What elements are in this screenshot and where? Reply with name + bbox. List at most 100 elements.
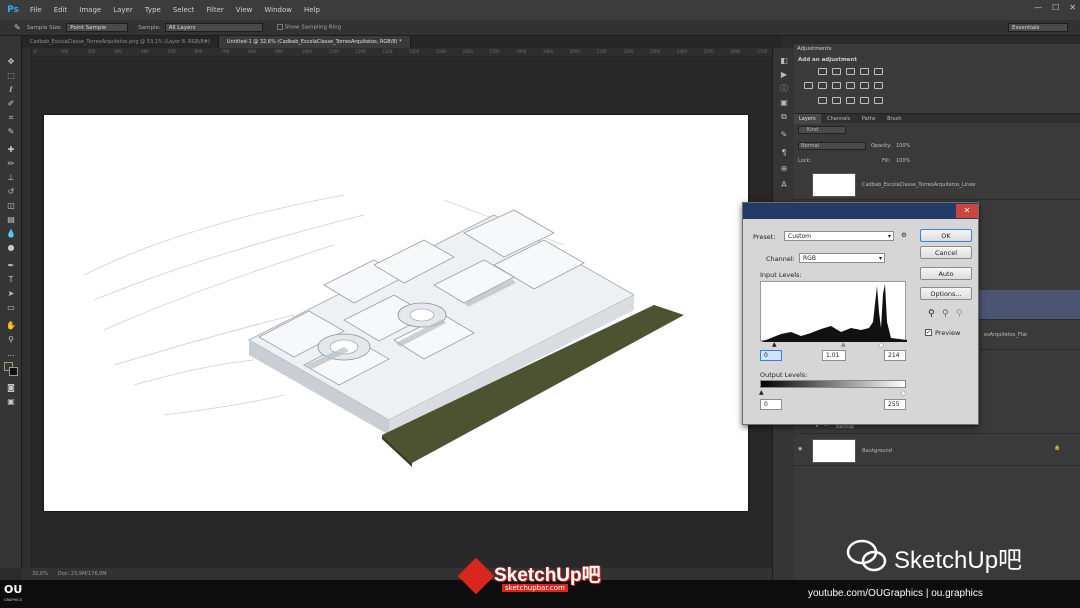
history-panel-icon[interactable]: ⧉ <box>778 112 790 122</box>
selective-color-icon[interactable] <box>874 97 883 104</box>
fill-value[interactable]: 100% <box>896 158 910 164</box>
threshold-icon[interactable] <box>846 97 855 104</box>
output-white-slider[interactable]: ▲ <box>901 389 906 396</box>
menu-help[interactable]: Help <box>298 6 326 14</box>
quick-select-tool-icon[interactable]: ✐ <box>5 98 17 109</box>
channel-select[interactable]: RGB ▾ <box>799 253 885 263</box>
type-tool-icon[interactable]: T <box>5 274 17 285</box>
photo-filter-icon[interactable] <box>846 82 855 89</box>
maximize-icon[interactable]: ☐ <box>1052 3 1059 12</box>
document-canvas[interactable] <box>44 115 748 511</box>
gradient-tool-icon[interactable]: ▤ <box>5 214 17 225</box>
move-tool-icon[interactable]: ✥ <box>5 56 17 67</box>
preset-options-icon[interactable]: ⚙ <box>901 231 907 239</box>
shape-tool-icon[interactable]: ▭ <box>5 302 17 313</box>
kind-filter[interactable]: Kind <box>798 126 846 134</box>
input-black-field[interactable]: 0 <box>760 350 782 361</box>
sample-size-select[interactable]: Point Sample <box>66 23 129 32</box>
tab-paths[interactable]: Paths <box>857 114 881 124</box>
stamp-tool-icon[interactable]: ⊥ <box>5 172 17 183</box>
menu-layer[interactable]: Layer <box>107 6 139 14</box>
show-ring-checkbox[interactable] <box>276 24 283 31</box>
layer-row-background[interactable]: ◉ Background 🔒 <box>794 436 1080 466</box>
zoom-tool-icon[interactable]: ⚲ <box>5 334 17 345</box>
invert-icon[interactable] <box>818 97 827 104</box>
gradient-map-icon[interactable] <box>860 97 869 104</box>
healing-brush-icon[interactable]: ✚ <box>5 144 17 155</box>
menu-window[interactable]: Window <box>258 6 298 14</box>
layer-name[interactable]: Background <box>862 448 892 454</box>
brightness-icon[interactable] <box>818 68 827 75</box>
minimize-icon[interactable]: — <box>1034 3 1042 12</box>
brush-panel-icon[interactable]: ✎ <box>778 130 790 140</box>
black-white-icon[interactable] <box>832 82 841 89</box>
clone-source-icon[interactable]: ⊕ <box>778 164 790 174</box>
gray-eyedropper-icon[interactable]: ⚲ <box>942 309 949 319</box>
blend-mode-select[interactable]: Normal <box>798 142 866 150</box>
curves-icon[interactable] <box>846 68 855 75</box>
exposure-icon[interactable] <box>860 68 869 75</box>
white-point-slider[interactable]: ▲ <box>879 341 884 348</box>
paragraph-panel-icon[interactable]: ¶ <box>778 148 790 158</box>
cancel-button[interactable]: Cancel <box>920 246 972 259</box>
close-icon[interactable]: ✕ <box>1069 3 1076 12</box>
auto-button[interactable]: Auto <box>920 267 972 280</box>
brush-tool-icon[interactable]: ✏ <box>5 158 17 169</box>
white-eyedropper-icon[interactable]: ⚲ <box>956 309 963 319</box>
blur-tool-icon[interactable]: 💧 <box>5 228 17 239</box>
channel-mixer-icon[interactable] <box>860 82 869 89</box>
options-button[interactable]: Options... <box>920 287 972 300</box>
color-lookup-icon[interactable] <box>874 82 883 89</box>
quick-mask-icon[interactable]: ◙ <box>5 382 17 393</box>
crop-tool-icon[interactable]: ⌗ <box>5 112 17 123</box>
preview-checkbox[interactable]: ✓ <box>925 329 932 336</box>
input-gamma-field[interactable]: 1,01 <box>822 350 846 361</box>
tab-layers[interactable]: Layers <box>794 114 821 124</box>
color-panel-icon[interactable]: ◧ <box>778 56 790 66</box>
close-icon[interactable]: ✕ <box>956 204 978 218</box>
output-white-field[interactable]: 255 <box>884 399 906 410</box>
output-black-slider[interactable]: ▲ <box>759 389 764 396</box>
tab-channels[interactable]: Channels <box>822 114 855 124</box>
color-balance-icon[interactable] <box>818 82 827 89</box>
tab-brush[interactable]: Brush <box>882 114 906 124</box>
dialog-titlebar[interactable] <box>743 203 978 219</box>
vibrance-icon[interactable] <box>874 68 883 75</box>
path-select-icon[interactable]: ➤ <box>5 288 17 299</box>
layer-row[interactable]: Cadbab_EscolaClasse_TorreoArquitetos_Lin… <box>794 170 1080 200</box>
opacity-value[interactable]: 100% <box>896 143 910 149</box>
adjustments-title[interactable]: Adjustments <box>797 46 831 52</box>
eyedropper-tool-icon[interactable]: ✎ <box>5 126 17 137</box>
doc-tab[interactable]: Cadbab_EscolaClasse_TorreoArquitetos.png… <box>22 36 219 48</box>
dodge-tool-icon[interactable]: ● <box>5 242 17 253</box>
layer-name[interactable]: Cadbab_EscolaClasse_TorreoArquitetos_Lin… <box>862 182 976 188</box>
play-actions-icon[interactable]: ▶ <box>778 70 790 80</box>
menu-view[interactable]: View <box>230 6 259 14</box>
marquee-tool-icon[interactable]: ⬚ <box>5 70 17 81</box>
navigator-icon[interactable]: ▣ <box>778 98 790 108</box>
pen-tool-icon[interactable]: ✒ <box>5 260 17 271</box>
gamma-slider[interactable]: ▲ <box>841 341 846 348</box>
eye-icon[interactable]: ◉ <box>798 446 802 452</box>
layer-name[interactable]: esArquitetos_Flat <box>984 332 1027 338</box>
menu-file[interactable]: File <box>24 6 48 14</box>
info-panel-icon[interactable]: ⓘ <box>778 84 790 94</box>
character-panel-icon[interactable]: A <box>778 180 790 190</box>
history-brush-icon[interactable]: ↺ <box>5 186 17 197</box>
posterize-icon[interactable] <box>832 97 841 104</box>
screen-mode-icon[interactable]: ▣ <box>5 396 17 407</box>
lasso-tool-icon[interactable]: ℓ <box>5 84 17 95</box>
menu-edit[interactable]: Edit <box>48 6 74 14</box>
menu-type[interactable]: Type <box>139 6 167 14</box>
hue-saturation-icon[interactable] <box>804 82 813 89</box>
ok-button[interactable]: OK <box>920 229 972 242</box>
doc-tab-active[interactable]: Untitled-1 @ 32,6% (Cadbab_EscolaClasse_… <box>218 36 411 48</box>
input-white-field[interactable]: 214 <box>884 350 906 361</box>
sample-select[interactable]: All Layers <box>164 23 263 32</box>
eyedropper-icon[interactable]: ✎ <box>14 23 21 32</box>
menu-filter[interactable]: Filter <box>200 6 229 14</box>
black-eyedropper-icon[interactable]: ⚲ <box>928 309 935 319</box>
hand-tool-icon[interactable]: ✋ <box>5 320 17 331</box>
menu-image[interactable]: Image <box>73 6 107 14</box>
black-point-slider[interactable]: ▲ <box>772 341 777 348</box>
